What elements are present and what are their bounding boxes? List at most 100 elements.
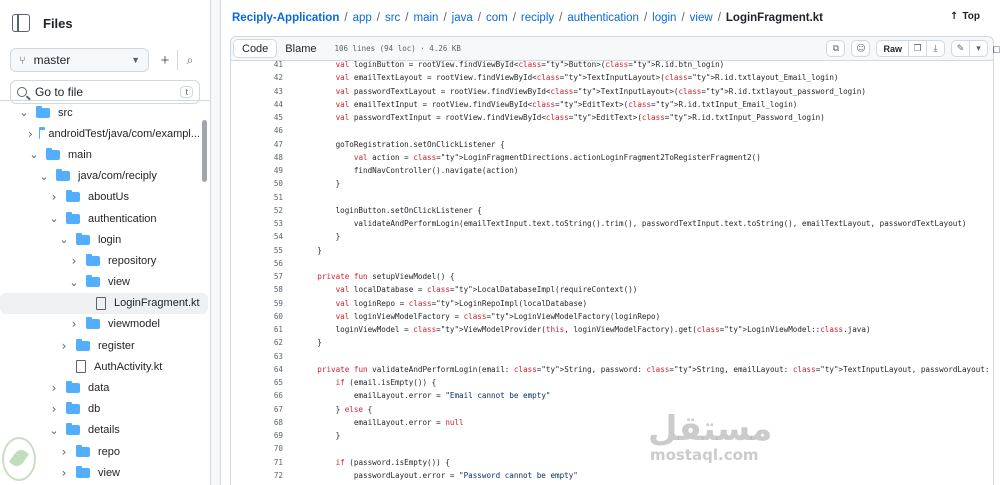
download-icon[interactable]: ⤓ [926, 40, 945, 57]
line-number[interactable]: 65 [231, 378, 283, 387]
tree-folder[interactable]: ⌄ authentication [0, 208, 200, 229]
code-line: 65 if (email.isEmpty()) { [231, 376, 993, 389]
breadcrumb-item[interactable]: app [353, 12, 372, 24]
line-number[interactable]: 49 [231, 166, 283, 175]
tree-folder[interactable]: › androidTest/java/com/exampl... [0, 123, 200, 144]
line-number[interactable]: 56 [231, 259, 283, 268]
code-line: 47 goToRegistration.setOnClickListener { [231, 138, 993, 151]
breadcrumb-item[interactable]: view [690, 12, 713, 24]
search-icon[interactable]: ⌕ [180, 48, 200, 72]
line-number[interactable]: 42 [231, 73, 283, 82]
line-number[interactable]: 54 [231, 232, 283, 241]
symbols-panel-icon[interactable]: ⧠ [993, 46, 1000, 56]
line-number[interactable]: 57 [231, 272, 283, 281]
collapse-sidebar-icon[interactable] [12, 14, 30, 32]
tree-file[interactable]: LoginFragment.kt [0, 292, 208, 314]
line-number[interactable]: 68 [231, 418, 283, 427]
line-number[interactable]: 44 [231, 100, 283, 109]
breadcrumb-item[interactable]: authentication [567, 12, 639, 24]
line-number[interactable]: 50 [231, 179, 283, 188]
chevron-down-icon[interactable]: ⌄ [68, 276, 80, 289]
tree-item-label: repository [108, 254, 157, 267]
chevron-right-icon[interactable]: › [28, 127, 33, 141]
breadcrumb-item[interactable]: com [486, 12, 508, 24]
chevron-right-icon[interactable]: › [48, 190, 60, 204]
chevron-down-icon[interactable]: ⌄ [48, 424, 60, 437]
tab-blame[interactable]: Blame [277, 39, 324, 58]
line-number[interactable]: 52 [231, 206, 283, 215]
tab-code[interactable]: Code [233, 39, 278, 58]
breadcrumb-item[interactable]: src [385, 12, 400, 24]
chevron-right-icon[interactable]: › [48, 381, 60, 395]
line-number[interactable]: 64 [231, 365, 283, 374]
tree-folder[interactable]: ⌄ view [0, 272, 200, 293]
breadcrumb-item[interactable]: java [452, 12, 473, 24]
branch-selector[interactable]: ⑂ master ▼ [10, 48, 149, 72]
line-number[interactable]: 47 [231, 140, 283, 149]
chevron-down-icon[interactable]: ⌄ [48, 212, 60, 225]
tree-folder[interactable]: ⌄ details [0, 420, 200, 441]
tree-folder[interactable]: › register [0, 335, 200, 356]
line-number[interactable]: 41 [231, 61, 283, 69]
tree-item-label: LoginFragment.kt [114, 297, 200, 310]
tree-folder[interactable]: › db [0, 399, 200, 420]
chevron-down-icon[interactable]: ⌄ [38, 170, 50, 183]
resize-gutter[interactable] [211, 0, 221, 485]
line-number[interactable]: 71 [231, 458, 283, 467]
line-number[interactable]: 69 [231, 431, 283, 440]
line-number[interactable]: 72 [231, 471, 283, 480]
chevron-down-icon[interactable]: ⌄ [28, 148, 40, 161]
line-number[interactable]: 58 [231, 285, 283, 294]
breadcrumb-item[interactable]: main [414, 12, 439, 24]
chevron-right-icon[interactable]: › [58, 339, 70, 353]
pencil-icon[interactable]: ✎ [951, 40, 970, 57]
line-number[interactable]: 48 [231, 153, 283, 162]
breadcrumb-repo[interactable]: Reciply-Application [232, 12, 339, 24]
chevron-right-icon[interactable]: › [58, 445, 70, 459]
line-number[interactable]: 45 [231, 113, 283, 122]
code-line: 49 findNavController().navigate(action) [231, 164, 993, 177]
breadcrumb-item[interactable]: login [652, 12, 676, 24]
line-number[interactable]: 55 [231, 246, 283, 255]
tree-folder[interactable]: › repository [0, 250, 200, 271]
copy-icon[interactable]: ❐ [908, 40, 927, 57]
chevron-down-icon[interactable]: ⌄ [58, 233, 70, 246]
line-number[interactable]: 70 [231, 444, 283, 453]
line-number[interactable]: 66 [231, 391, 283, 400]
tree-folder[interactable]: ⌄ java/com/reciply [0, 166, 200, 187]
leaf-logo-icon [2, 437, 36, 481]
tree-file[interactable]: AuthActivity.kt [0, 356, 200, 377]
line-number[interactable]: 53 [231, 219, 283, 228]
add-file-icon[interactable]: + [155, 48, 175, 72]
open-in-copilot-icon[interactable]: ☺ [851, 40, 871, 57]
line-number[interactable]: 51 [231, 193, 283, 202]
tree-folder[interactable]: ⌄ login [0, 229, 200, 250]
sidebar-scrollbar[interactable] [202, 120, 207, 182]
raw-button[interactable]: Raw [876, 40, 909, 57]
code-text: val localDatabase = class="ty">LocalData… [335, 285, 638, 295]
line-number[interactable]: 59 [231, 299, 283, 308]
chevron-right-icon[interactable]: › [58, 466, 70, 480]
chevron-right-icon[interactable]: › [48, 402, 60, 416]
line-number[interactable]: 61 [231, 325, 283, 334]
line-number[interactable]: 60 [231, 312, 283, 321]
line-number[interactable]: 43 [231, 87, 283, 96]
tree-folder[interactable]: ⌄ src [0, 102, 200, 123]
line-number[interactable]: 46 [231, 126, 283, 135]
line-number[interactable]: 67 [231, 405, 283, 414]
folder-icon [76, 465, 90, 478]
line-number[interactable]: 62 [231, 338, 283, 347]
chevron-down-icon[interactable]: ⌄ [18, 106, 30, 119]
tree-folder[interactable]: ⌄ main [0, 144, 200, 165]
copilot-icon[interactable]: ⧉ [826, 40, 846, 57]
top-button[interactable]: ↑ Top [950, 11, 980, 22]
chevron-right-icon[interactable]: › [68, 254, 80, 268]
line-number[interactable]: 63 [231, 352, 283, 361]
tree-item-label: java/com/reciply [78, 170, 157, 183]
chevron-down-icon[interactable]: ▾ [969, 40, 988, 57]
tree-folder[interactable]: › aboutUs [0, 187, 200, 208]
tree-folder[interactable]: › data [0, 377, 200, 398]
breadcrumb-item[interactable]: reciply [521, 12, 554, 24]
chevron-right-icon[interactable]: › [68, 317, 80, 331]
tree-folder[interactable]: › viewmodel [0, 314, 200, 335]
